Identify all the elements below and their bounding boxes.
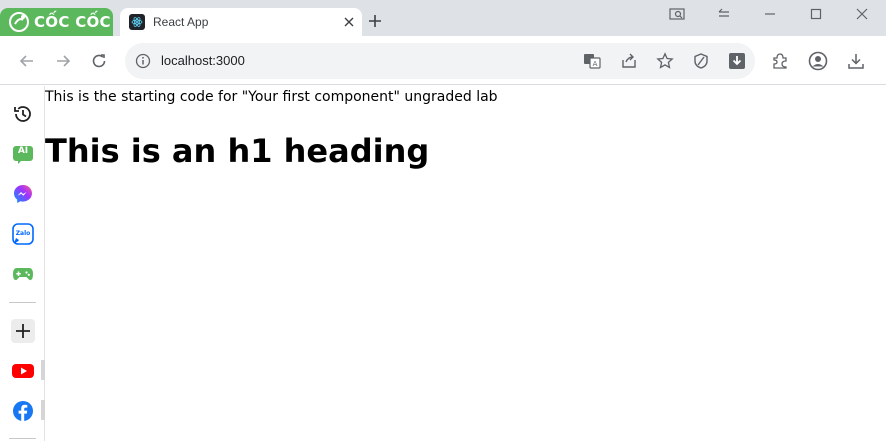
coccoc-brand-button[interactable]: CỐC CỐC [0,8,113,36]
history-icon[interactable] [11,102,35,126]
back-history-icon[interactable] [716,6,732,22]
brand-name: CỐC CỐC [34,13,111,31]
page-heading: This is an h1 heading [45,132,430,170]
star-icon[interactable] [656,52,674,70]
tab-react-app[interactable]: React App [120,8,362,36]
coccoc-logo-icon [9,12,29,32]
youtube-icon[interactable] [11,359,35,383]
shield-icon[interactable] [692,52,710,70]
forward-icon[interactable] [53,51,73,71]
minimize-icon[interactable] [762,6,778,22]
messenger-icon[interactable] [11,182,35,206]
browser-toolbar: localhost:3000 A [0,36,886,85]
zalo-label: Zalo [15,230,31,237]
search-tabs-icon[interactable] [669,6,685,22]
add-icon[interactable] [11,319,35,343]
site-info-icon[interactable] [135,53,151,69]
download-ext-icon[interactable] [728,52,746,70]
extensions-icon[interactable] [770,51,790,71]
new-tab-icon[interactable] [366,12,384,30]
sidebar-divider [9,302,36,303]
ai-label: AI [17,146,29,156]
maximize-icon[interactable] [808,6,824,22]
svg-text:A: A [593,60,598,68]
facebook-icon[interactable] [11,399,35,423]
intro-paragraph: This is the starting code for "Your firs… [45,89,498,105]
side-panel: AI Zalo [0,86,45,441]
sidebar-divider-bottom [9,438,36,439]
url-text[interactable]: localhost:3000 [161,53,245,68]
close-icon[interactable] [854,6,870,22]
games-icon[interactable] [11,262,35,286]
reload-icon[interactable] [89,51,109,71]
page-viewport: This is the starting code for "Your firs… [45,86,886,441]
react-favicon-icon [129,14,145,30]
address-bar[interactable]: localhost:3000 A [125,43,755,79]
downloads-icon[interactable] [846,51,866,71]
translate-icon[interactable]: A [583,52,601,70]
zalo-icon[interactable]: Zalo [11,222,35,246]
ai-icon[interactable]: AI [11,142,35,166]
back-icon[interactable] [17,51,37,71]
share-icon[interactable] [620,52,638,70]
tab-strip: CỐC CỐC React App [0,0,886,36]
tab-close-icon[interactable] [342,15,356,29]
tab-title: React App [153,15,209,29]
profile-icon[interactable] [808,51,828,71]
